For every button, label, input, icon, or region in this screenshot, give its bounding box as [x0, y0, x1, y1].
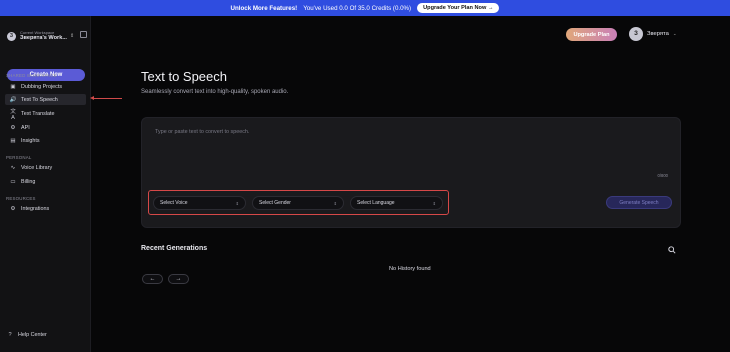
upgrade-plan-now-button[interactable]: Upgrade Your Plan Now →	[417, 3, 500, 13]
sidebar-item-label: Billing	[21, 178, 36, 185]
sidebar-item-label: API	[21, 124, 30, 131]
sidebar-item-label: Text Translate	[21, 110, 55, 117]
select-gender-label: Select Gender	[259, 200, 291, 206]
api-icon: ⚙	[10, 124, 16, 131]
personal-label: PERSONAL	[6, 155, 32, 160]
sidebar-item-label: Text To Speech	[21, 96, 58, 103]
help-icon: ?	[8, 332, 12, 338]
character-count: 0/800	[657, 173, 668, 178]
search-icon[interactable]	[668, 246, 676, 254]
user-name: Зверята	[647, 31, 669, 37]
sidebar-item-billing[interactable]: ▭ Billing	[5, 176, 86, 187]
select-voice-dropdown[interactable]: Select Voice ⇕	[153, 196, 246, 210]
insights-icon: ▤	[10, 137, 16, 144]
select-gender-dropdown[interactable]: Select Gender ⇕	[252, 196, 344, 210]
user-avatar: З	[629, 27, 643, 41]
annotation-arrow	[92, 98, 122, 99]
workspace-name: Зверята's Work...	[20, 35, 67, 42]
text-input-area[interactable]: Type or paste text to convert to speech.…	[141, 117, 681, 228]
integrations-icon: ⚙	[10, 205, 16, 212]
sidebar-item-label: Voice Library	[21, 164, 53, 171]
sidebar-collapse-icon[interactable]	[80, 31, 87, 38]
banner-lead: Unlock More Features!	[230, 4, 298, 12]
sidebar-item-label: Insights	[21, 137, 40, 144]
prev-page-button[interactable]: ←	[142, 274, 163, 284]
no-history-message: No History found	[389, 266, 431, 272]
workspace-switcher[interactable]: З Current Workspace Зверята's Work... ⇕	[7, 27, 89, 45]
speaker-icon: 🔊	[9, 96, 17, 103]
resources-label: RESOURCES	[6, 196, 36, 201]
sidebar: З Current Workspace Зверята's Work... ⇕ …	[0, 16, 91, 352]
sidebar-item-dubbing-projects[interactable]: ▣ Dubbing Projects	[5, 81, 86, 92]
help-center-link[interactable]: ? Help Center	[6, 332, 47, 338]
projects-icon: ▣	[10, 83, 16, 90]
sidebar-item-text-translate[interactable]: 文A Text Translate	[5, 108, 86, 121]
sidebar-item-label: Dubbing Projects	[21, 83, 63, 90]
waveform-icon: ∿	[10, 164, 16, 171]
user-menu[interactable]: З Зверята ⌄	[629, 27, 677, 41]
help-center-label: Help Center	[18, 332, 47, 338]
upgrade-plan-button[interactable]: Upgrade Plan	[566, 28, 617, 41]
page-subtitle: Seamlessly convert text into high-qualit…	[141, 89, 289, 95]
select-language-label: Select Language	[357, 200, 395, 206]
recent-generations-title: Recent Generations	[141, 245, 208, 252]
sidebar-item-voice-library[interactable]: ∿ Voice Library	[5, 162, 86, 173]
chevron-updown-icon: ⇕	[69, 33, 75, 39]
sidebar-item-api[interactable]: ⚙ API	[5, 122, 86, 133]
sidebar-item-insights[interactable]: ▤ Insights	[5, 135, 86, 146]
chevron-updown-icon: ⇕	[235, 200, 239, 206]
chevron-updown-icon: ⇕	[432, 200, 436, 206]
next-page-button[interactable]: →	[168, 274, 189, 284]
sidebar-item-text-to-speech[interactable]: 🔊 Text To Speech	[5, 94, 86, 105]
shared-workspace-label: SHARED WORKSPACE	[6, 73, 57, 78]
banner-usage: You've Used 0.0 Of 35.0 Credits (0.0%)	[303, 4, 412, 12]
select-voice-label: Select Voice	[160, 200, 188, 206]
annotation-arrow-head	[90, 96, 94, 100]
workspace-avatar: З	[7, 31, 16, 41]
chevron-down-icon: ⌄	[672, 31, 677, 36]
page-title: Text to Speech	[141, 69, 227, 84]
card-icon: ▭	[10, 178, 16, 185]
sidebar-item-label: Integrations	[21, 205, 50, 212]
text-input-placeholder: Type or paste text to convert to speech.	[155, 129, 250, 135]
sidebar-item-integrations[interactable]: ⚙ Integrations	[5, 203, 86, 214]
chevron-updown-icon: ⇕	[333, 200, 337, 206]
translate-icon: 文A	[10, 108, 16, 121]
promo-banner: Unlock More Features! You've Used 0.0 Of…	[0, 0, 730, 16]
generate-speech-button[interactable]: Generate Speech	[606, 196, 672, 209]
select-language-dropdown[interactable]: Select Language ⇕	[350, 196, 443, 210]
